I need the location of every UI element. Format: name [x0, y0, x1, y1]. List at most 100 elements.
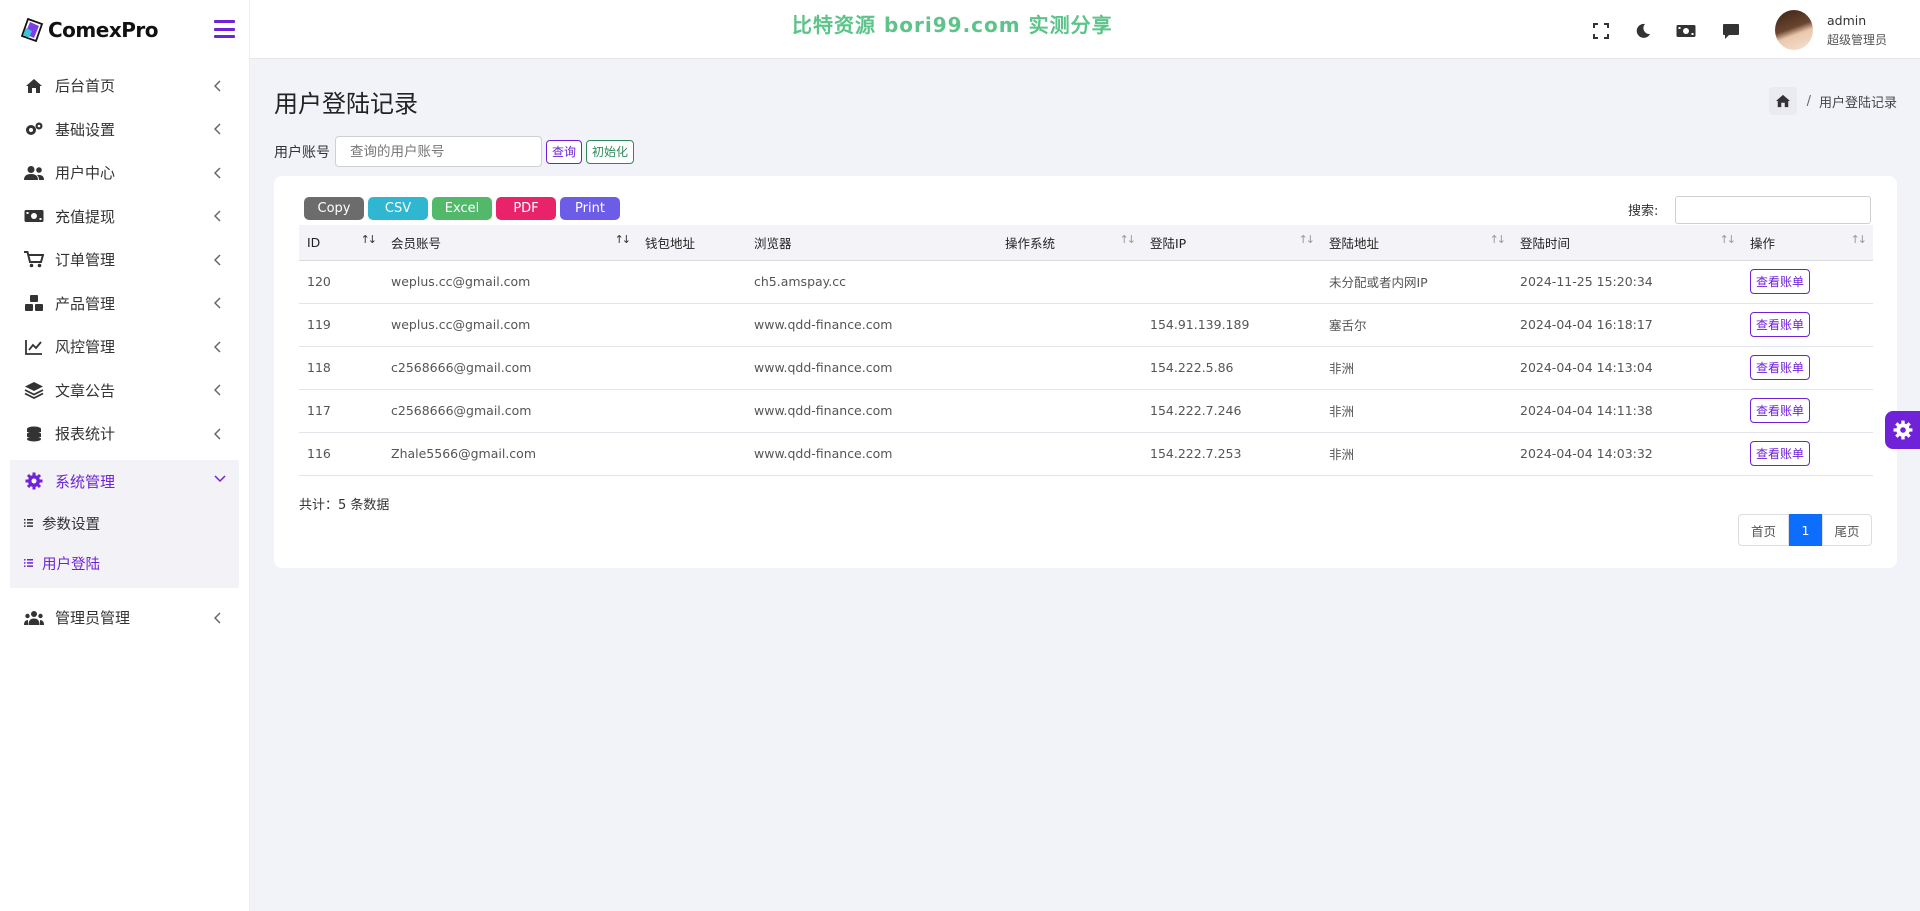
chevron-left-icon: [214, 428, 221, 440]
menu-toggle-icon[interactable]: [214, 20, 235, 38]
sidebar-item-home[interactable]: 后台首页: [0, 64, 249, 108]
filter-bar: 用户账号 查询 初始化: [274, 136, 635, 167]
cell-time: 2024-11-25 15:20:34: [1512, 260, 1742, 304]
query-button[interactable]: 查询: [546, 139, 583, 164]
chevron-left-icon: [214, 123, 221, 135]
users-icon: [24, 163, 44, 183]
sidebar-item-admin-management[interactable]: 管理员管理: [0, 596, 249, 640]
table-row: 116 Zhale5566@gmail.com www.qdd-finance.…: [299, 432, 1873, 476]
message-icon[interactable]: [1720, 20, 1742, 42]
sidebar-subitem-params[interactable]: 参数设置: [10, 503, 239, 543]
cell-ip: [1142, 260, 1321, 304]
column-header-location[interactable]: 登陆地址 ↑↓: [1321, 225, 1512, 261]
pagination-last-button[interactable]: 尾页: [1822, 514, 1872, 546]
table-row: 117 c2568666@gmail.com www.qdd-finance.c…: [299, 389, 1873, 433]
table-search-label: 搜索:: [1628, 204, 1659, 219]
user-group-icon: [24, 608, 44, 628]
cell-ip: 154.222.7.253: [1142, 432, 1321, 476]
sidebar-item-products[interactable]: 产品管理: [0, 282, 249, 326]
breadcrumb-home-icon[interactable]: [1768, 87, 1797, 115]
record-count: 共计：5 条数据: [299, 498, 390, 513]
money-icon[interactable]: [1675, 20, 1697, 42]
chevron-down-icon: [214, 475, 226, 483]
gears-icon: [24, 119, 44, 139]
column-label: 操作: [1750, 235, 1776, 251]
cubes-icon: [24, 293, 44, 313]
user-name: admin: [1827, 13, 1867, 28]
column-header-os[interactable]: 操作系统 ↑↓: [997, 225, 1142, 261]
sidebar-subitem-label: 用户登陆: [42, 556, 100, 573]
cell-location: 未分配或者内网IP: [1321, 260, 1512, 304]
cell-account: c2568666@gmail.com: [383, 346, 637, 390]
column-header-action[interactable]: 操作 ↑↓: [1742, 225, 1873, 261]
table-row: 118 c2568666@gmail.com www.qdd-finance.c…: [299, 346, 1873, 390]
watermark-text: 比特资源 bori99.com 实测分享: [792, 13, 1113, 37]
pdf-button[interactable]: PDF: [496, 197, 556, 220]
reset-button[interactable]: 初始化: [586, 139, 635, 164]
cell-os: [997, 303, 1142, 347]
sort-icon: ↑↓: [360, 233, 378, 246]
sidebar-submenu: 参数设置 用户登陆: [10, 503, 239, 583]
sidebar-item-orders[interactable]: 订单管理: [0, 238, 249, 282]
sidebar-item-basic-settings[interactable]: 基础设置: [0, 108, 249, 152]
chevron-left-icon: [214, 297, 221, 309]
print-button[interactable]: Print: [560, 197, 620, 220]
pagination-first-button[interactable]: 首页: [1738, 514, 1789, 546]
cell-account: Zhale5566@gmail.com: [383, 432, 637, 476]
view-bill-button[interactable]: 查看账单: [1750, 441, 1811, 466]
avatar[interactable]: [1775, 10, 1813, 50]
sort-icon: ↑↓: [614, 233, 632, 246]
home-icon: [24, 76, 44, 96]
csv-button[interactable]: CSV: [368, 197, 428, 220]
column-label: 登陆IP: [1150, 235, 1187, 251]
sidebar-item-articles[interactable]: 文章公告: [0, 369, 249, 413]
sidebar-item-user-center[interactable]: 用户中心: [0, 151, 249, 195]
excel-button[interactable]: Excel: [432, 197, 492, 220]
copy-button[interactable]: Copy: [304, 197, 364, 220]
pagination-page-button[interactable]: 1: [1789, 514, 1822, 546]
sidebar-item-label: 报表统计: [55, 425, 116, 444]
cell-action: 查看账单: [1742, 260, 1873, 304]
account-search-input[interactable]: [335, 136, 542, 167]
column-label: 浏览器: [754, 235, 792, 251]
column-header-account[interactable]: 会员账号 ↑↓: [383, 225, 637, 261]
money-icon: [24, 206, 44, 226]
column-header-id[interactable]: ID ↑↓: [299, 225, 383, 261]
cell-wallet: [637, 432, 746, 476]
table-search-input[interactable]: [1675, 196, 1871, 224]
dark-mode-moon-icon[interactable]: [1632, 20, 1654, 42]
cell-location: 非洲: [1321, 389, 1512, 433]
coins-icon: [24, 424, 44, 444]
sidebar-item-label: 后台首页: [55, 77, 116, 96]
sidebar-subitem-label: 参数设置: [42, 516, 100, 533]
sidebar-item-recharge[interactable]: 充值提现: [0, 195, 249, 239]
sidebar-subitem-user-login[interactable]: 用户登陆: [10, 543, 239, 583]
column-header-time[interactable]: 登陆时间 ↑↓: [1512, 225, 1742, 261]
sidebar-group-system: 系统管理 参数设置 用户登陆: [10, 459, 239, 588]
sidebar-item-risk-control[interactable]: 风控管理: [0, 325, 249, 369]
sort-icon: ↑↓: [1489, 233, 1507, 246]
export-buttons: Copy CSV Excel PDF Print: [304, 197, 624, 220]
cell-os: [997, 260, 1142, 304]
cell-browser: www.qdd-finance.com: [746, 303, 997, 347]
brand-name: ComexPro: [48, 17, 158, 42]
theme-settings-gear-icon[interactable]: [1885, 411, 1920, 449]
sidebar-item-label: 管理员管理: [55, 609, 131, 628]
cell-wallet: [637, 303, 746, 347]
column-header-ip[interactable]: 登陆IP ↑↓: [1142, 225, 1321, 261]
sidebar-menu: 后台首页 基础设置 用户中心 充值提现 订单管理 产品管理 风控管理 文章公告 …: [0, 64, 249, 456]
view-bill-button[interactable]: 查看账单: [1750, 269, 1811, 294]
view-bill-button[interactable]: 查看账单: [1750, 355, 1811, 380]
sidebar-item-system-management[interactable]: 系统管理: [10, 460, 239, 504]
sidebar-item-reports[interactable]: 报表统计: [0, 412, 249, 456]
view-bill-button[interactable]: 查看账单: [1750, 312, 1811, 337]
view-bill-button[interactable]: 查看账单: [1750, 398, 1811, 423]
chevron-left-icon: [214, 80, 221, 92]
chevron-left-icon: [214, 384, 221, 396]
fullscreen-icon[interactable]: [1590, 20, 1612, 42]
chevron-left-icon: [214, 612, 221, 624]
table-row: 119 weplus.cc@gmail.com www.qdd-finance.…: [299, 303, 1873, 347]
cell-ip: 154.222.7.246: [1142, 389, 1321, 433]
sidebar-item-label: 订单管理: [55, 251, 116, 270]
sidebar-item-label: 系统管理: [55, 472, 116, 491]
